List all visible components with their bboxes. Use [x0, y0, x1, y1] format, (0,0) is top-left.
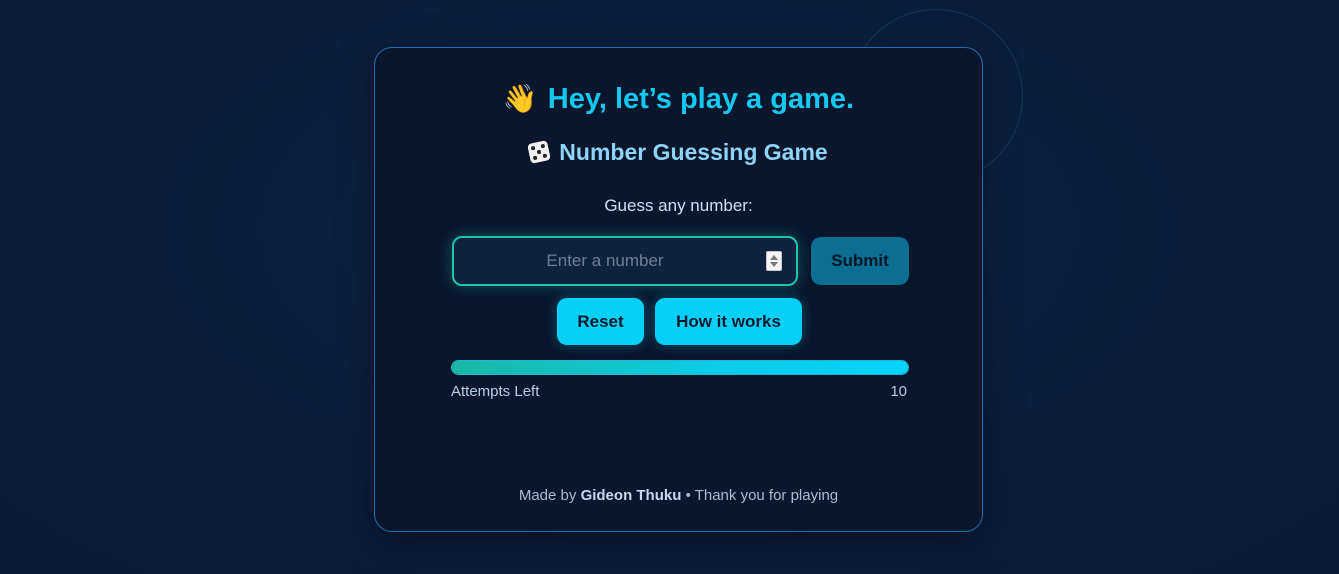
submit-button[interactable]: Submit [811, 237, 909, 285]
game-subtitle-text: Number Guessing Game [559, 139, 828, 165]
how-it-works-button[interactable]: How it works [655, 298, 802, 345]
page-title-text: Hey, let’s play a game. [547, 83, 855, 115]
game-subtitle: Number Guessing Game [375, 139, 982, 166]
page-title: 👋 Hey, let’s play a game. [375, 82, 982, 116]
waving-hand-icon: 👋 [502, 83, 538, 114]
footer-suffix: • Thank you for playing [685, 487, 839, 504]
guess-input[interactable] [454, 238, 796, 284]
attempts-progress-fill [452, 361, 908, 374]
spin-down-icon[interactable] [770, 262, 778, 267]
attempts-count: 10 [890, 383, 907, 400]
game-card: 👋 Hey, let’s play a game. Number Guessing… [374, 47, 983, 532]
footer: Made by Gideon Thuku • Thank you for pla… [375, 487, 982, 504]
die-icon [527, 140, 552, 164]
reset-button[interactable]: Reset [557, 298, 644, 345]
guess-input-wrapper [452, 236, 798, 286]
attempts-label: Attempts Left [451, 383, 540, 400]
footer-prefix: Made by [518, 487, 577, 504]
attempts-progress-bar [451, 360, 909, 375]
number-spinner[interactable] [766, 251, 782, 271]
guess-prompt: Guess any number: [604, 196, 753, 215]
spin-up-icon[interactable] [770, 255, 778, 260]
footer-author: Gideon Thuku [580, 487, 682, 504]
